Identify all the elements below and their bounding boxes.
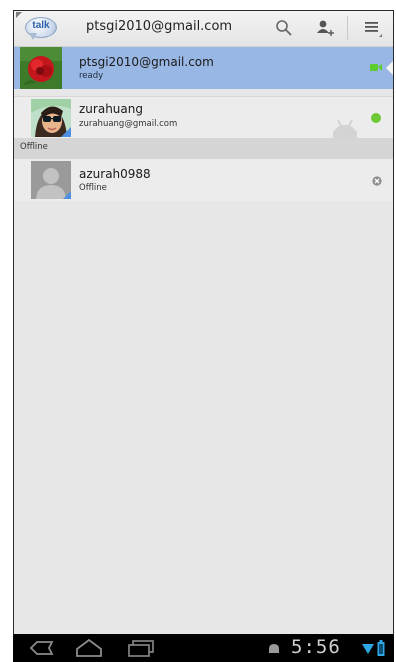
self-name: ptsgi2010@gmail.com: [79, 55, 214, 69]
home-icon[interactable]: [75, 638, 103, 658]
self-status-row[interactable]: ptsgi2010@gmail.com ready: [13, 47, 394, 89]
account-title[interactable]: ptsgi2010@gmail.com: [86, 19, 232, 34]
contact-status-text: Offline: [79, 183, 107, 193]
back-icon[interactable]: [27, 640, 55, 656]
android-debug-icon: [269, 644, 279, 653]
video-camera-icon: [370, 64, 382, 71]
search-icon: [276, 20, 292, 36]
available-status-dot: [371, 113, 381, 123]
contact-row[interactable]: zurahuang zurahuang@gmail.com: [13, 96, 394, 139]
contact-avatar: [31, 99, 71, 137]
offline-section-header: Offline: [13, 138, 394, 159]
selection-notch: [386, 60, 394, 76]
status-clock: 5:56: [291, 636, 341, 658]
app-window: talk ptsgi2010@gmail.com ptsgi2010@gmail…: [13, 10, 394, 662]
android-icon: [333, 119, 357, 139]
contact-row[interactable]: azurah0988 Offline: [13, 159, 394, 201]
default-avatar-icon: [31, 161, 71, 199]
self-avatar: [20, 47, 62, 89]
recent-apps-icon[interactable]: [127, 639, 155, 657]
offline-x-icon: [372, 176, 382, 186]
add-contact-icon: [317, 20, 334, 36]
menu-icon: [365, 22, 382, 37]
contact-name: zurahuang: [79, 102, 143, 116]
wifi-icon: [362, 644, 374, 654]
talk-logo[interactable]: talk: [25, 17, 57, 41]
battery-icon: [377, 640, 385, 656]
menu-button[interactable]: [359, 15, 385, 41]
offline-section-title: Offline: [20, 142, 48, 152]
add-contact-button[interactable]: [312, 15, 338, 41]
self-status-text: ready: [79, 71, 104, 81]
talk-logo-text: talk: [32, 20, 50, 31]
contact-detail: zurahuang@gmail.com: [79, 119, 178, 129]
system-nav-bar: 5:56: [13, 634, 394, 662]
action-bar: talk ptsgi2010@gmail.com: [13, 10, 394, 47]
search-button[interactable]: [271, 15, 297, 41]
corner-indicator: [16, 12, 22, 18]
action-bar-divider: [347, 16, 348, 40]
contact-name: azurah0988: [79, 167, 151, 181]
